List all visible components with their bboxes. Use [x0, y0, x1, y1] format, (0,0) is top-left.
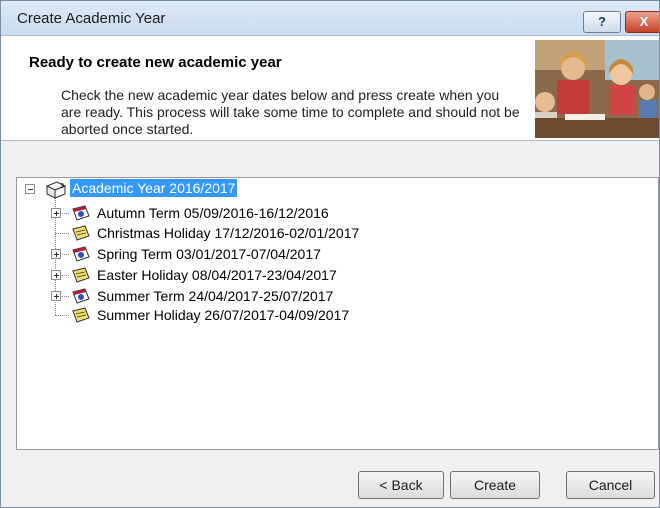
tree-node-spring-term[interactable]: Spring Term 03/01/2017-07/04/2017 [97, 245, 321, 263]
expand-toggle-summer-term[interactable] [51, 291, 61, 301]
tree-connector [55, 233, 69, 234]
academic-year-tree[interactable]: 3 Academic Year 2016/2017 Autumn Term 05… [16, 177, 659, 450]
expand-toggle-spring-term[interactable] [51, 249, 61, 259]
header-panel: Ready to create new academic year Check … [1, 36, 659, 141]
close-button[interactable]: X [625, 11, 659, 33]
window-title: Create Academic Year [17, 10, 166, 27]
tree-node-christmas-holiday[interactable]: Christmas Holiday 17/12/2016-02/01/2017 [97, 224, 359, 242]
header-description: Check the new academic year dates below … [61, 87, 520, 137]
holiday-icon [71, 306, 91, 324]
title-bar[interactable]: Create Academic Year ? X [1, 1, 659, 36]
header-title: Ready to create new academic year [29, 54, 282, 71]
svg-text:3: 3 [60, 183, 64, 190]
holiday-icon [71, 224, 91, 242]
holiday-icon [71, 266, 91, 284]
expand-toggle-easter-holiday[interactable] [51, 270, 61, 280]
tree-node-autumn-term[interactable]: Autumn Term 05/09/2016-16/12/2016 [97, 204, 329, 222]
close-icon: X [639, 14, 649, 29]
tree-connector [55, 315, 69, 316]
help-icon: ? [598, 14, 606, 29]
classroom-photo [535, 40, 659, 138]
calendar-icon [71, 245, 91, 263]
tree-node-easter-holiday[interactable]: Easter Holiday 08/04/2017-23/04/2017 [97, 266, 337, 284]
create-button[interactable]: Create [450, 471, 540, 499]
tree-node-summer-term[interactable]: Summer Term 24/04/2017-25/07/2017 [97, 287, 333, 305]
help-button[interactable]: ? [583, 11, 621, 33]
create-academic-year-dialog: Create Academic Year ? X Ready to create… [0, 0, 660, 508]
academic-year-icon: 3 [45, 180, 67, 199]
calendar-icon [71, 287, 91, 305]
expand-toggle-autumn-term[interactable] [51, 208, 61, 218]
tree-node-summer-holiday[interactable]: Summer Holiday 26/07/2017-04/09/2017 [97, 306, 349, 324]
tree-node-root[interactable]: Academic Year 2016/2017 [70, 179, 238, 197]
cancel-button[interactable]: Cancel [566, 471, 655, 499]
calendar-icon [71, 204, 91, 222]
back-button[interactable]: < Back [358, 471, 444, 499]
collapse-toggle-root[interactable] [25, 184, 35, 194]
